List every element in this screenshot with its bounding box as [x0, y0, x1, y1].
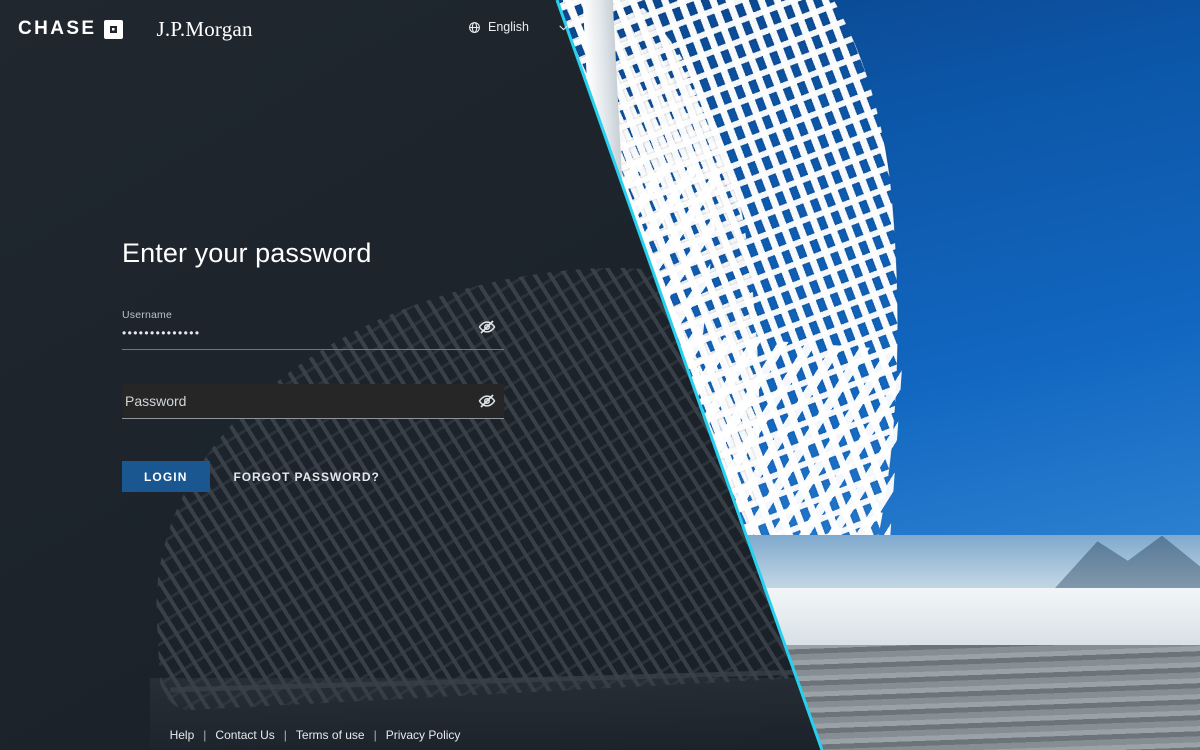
footer-links: Help | Contact Us | Terms of use | Priva… [0, 720, 560, 750]
username-label: Username [122, 309, 173, 321]
username-underline [122, 349, 504, 350]
username-field-group: Username •••••••••••••• [122, 305, 504, 350]
footer-link-help[interactable]: Help [161, 728, 204, 742]
jpmorgan-logo: J.P.Morgan [156, 16, 253, 41]
login-button[interactable]: LOGIN [122, 461, 210, 492]
eye-slash-icon [478, 394, 496, 408]
password-visibility-toggle[interactable] [478, 392, 496, 410]
password-field-group: Password [122, 384, 504, 419]
forgot-password-link[interactable]: FORGOT PASSWORD? [234, 470, 380, 484]
chase-wordmark: CHASE [18, 18, 97, 39]
footer-link-contact-us[interactable]: Contact Us [206, 728, 283, 742]
username-visibility-toggle[interactable] [478, 318, 496, 336]
login-form: Enter your password Username •••••••••••… [122, 238, 504, 492]
chase-octagon-icon [103, 19, 123, 39]
page-header: CHASE J.P.Morgan [0, 0, 600, 58]
password-input-box[interactable]: Password [122, 384, 504, 418]
chase-logo: CHASE [18, 18, 123, 40]
password-underline [122, 418, 504, 419]
footer-link-terms-of-use[interactable]: Terms of use [287, 728, 374, 742]
eye-slash-icon [478, 320, 496, 334]
username-input[interactable]: •••••••••••••• [122, 326, 504, 349]
password-input[interactable]: Password [122, 393, 186, 409]
footer-link-privacy-policy[interactable]: Privacy Policy [377, 728, 470, 742]
page-title: Enter your password [122, 238, 372, 268]
form-actions: LOGIN FORGOT PASSWORD? [122, 461, 504, 492]
